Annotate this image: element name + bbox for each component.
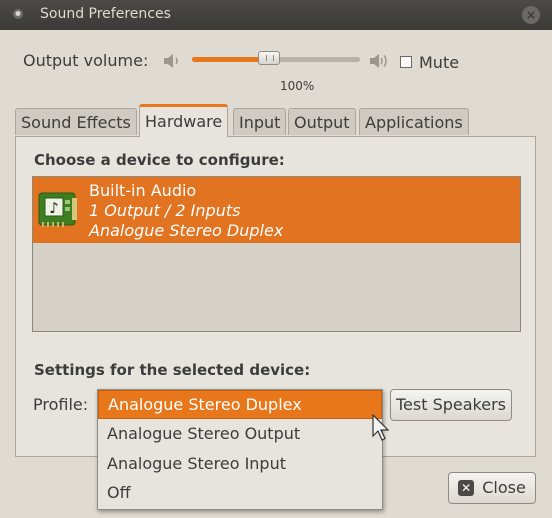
volume-slider[interactable] [192, 51, 360, 65]
tab-hardware[interactable]: Hardware [139, 104, 229, 137]
profile-option-analogue-stereo-output[interactable]: Analogue Stereo Output [98, 420, 382, 449]
tab-applications[interactable]: Applications [359, 108, 469, 135]
profile-option-off[interactable]: Off [98, 479, 382, 508]
tab-output[interactable]: Output [288, 108, 356, 135]
tab-sound-effects[interactable]: Sound Effects [15, 108, 137, 135]
mouse-pointer-icon [372, 414, 390, 441]
window-menu-icon[interactable] [13, 9, 23, 19]
close-button[interactable]: ✕ Close [448, 472, 536, 504]
mute-checkbox[interactable] [400, 56, 412, 68]
close-window-icon[interactable]: × [522, 6, 540, 24]
device-row-built-in-audio[interactable]: ♪ Built-in Audio 1 Output / 2 Inputs Ana… [33, 177, 520, 243]
profile-option-analogue-stereo-input[interactable]: Analogue Stereo Input [98, 450, 382, 479]
mute-label[interactable]: Mute [419, 53, 459, 72]
choose-device-heading: Choose a device to configure: [34, 151, 285, 169]
settings-heading: Settings for the selected device: [34, 361, 311, 379]
svg-text:♪: ♪ [49, 199, 59, 217]
device-text: Built-in Audio 1 Output / 2 Inputs Analo… [89, 181, 283, 241]
speaker-high-icon [370, 54, 387, 68]
device-profile: Analogue Stereo Duplex [89, 221, 284, 240]
profile-option-analogue-stereo-duplex[interactable]: Analogue Stereo Duplex [98, 390, 382, 419]
profile-dropdown-menu[interactable]: Analogue Stereo Duplex Analogue Stereo O… [97, 389, 383, 510]
device-detail: 1 Output / 2 Inputs [89, 201, 241, 220]
profile-label: Profile: [33, 395, 89, 414]
test-speakers-button[interactable]: Test Speakers [390, 389, 512, 421]
close-button-label: Close [482, 478, 526, 497]
device-list[interactable]: ♪ Built-in Audio 1 Output / 2 Inputs Ana… [32, 176, 521, 332]
tab-input[interactable]: Input [233, 108, 287, 135]
volume-slider-thumb[interactable] [258, 51, 281, 65]
window-title: Sound Preferences [40, 6, 171, 22]
close-icon: ✕ [458, 480, 475, 496]
sound-card-icon: ♪ [38, 192, 77, 227]
volume-percent: 100% [280, 79, 315, 93]
device-name: Built-in Audio [89, 181, 197, 200]
output-volume-label: Output volume: [23, 51, 149, 70]
speaker-low-icon [164, 54, 178, 68]
title-bar: Sound Preferences × [0, 0, 552, 30]
